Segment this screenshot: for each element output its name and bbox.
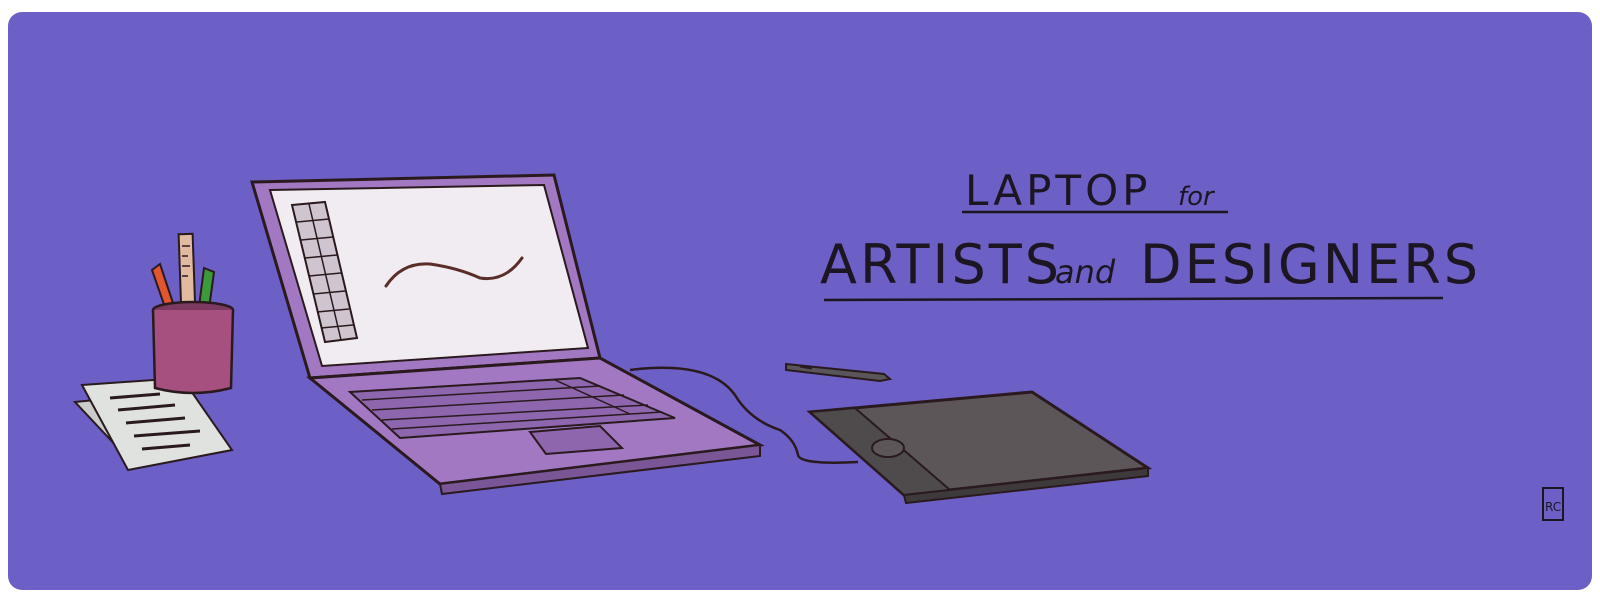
illustration-canvas: LAPTOP for ARTISTS and DESIGNERS RC [8,12,1592,590]
illustration-scene: LAPTOP for ARTISTS and DESIGNERS RC [0,0,1600,600]
signature-text: RC [1545,500,1561,514]
title-for: for [1178,182,1216,212]
title-artists: ARTISTS [820,233,1062,296]
title-designers: DESIGNERS [1140,233,1481,296]
title-laptop: LAPTOP [965,166,1151,215]
background-card [8,12,1592,590]
title-and: and [1055,253,1116,291]
